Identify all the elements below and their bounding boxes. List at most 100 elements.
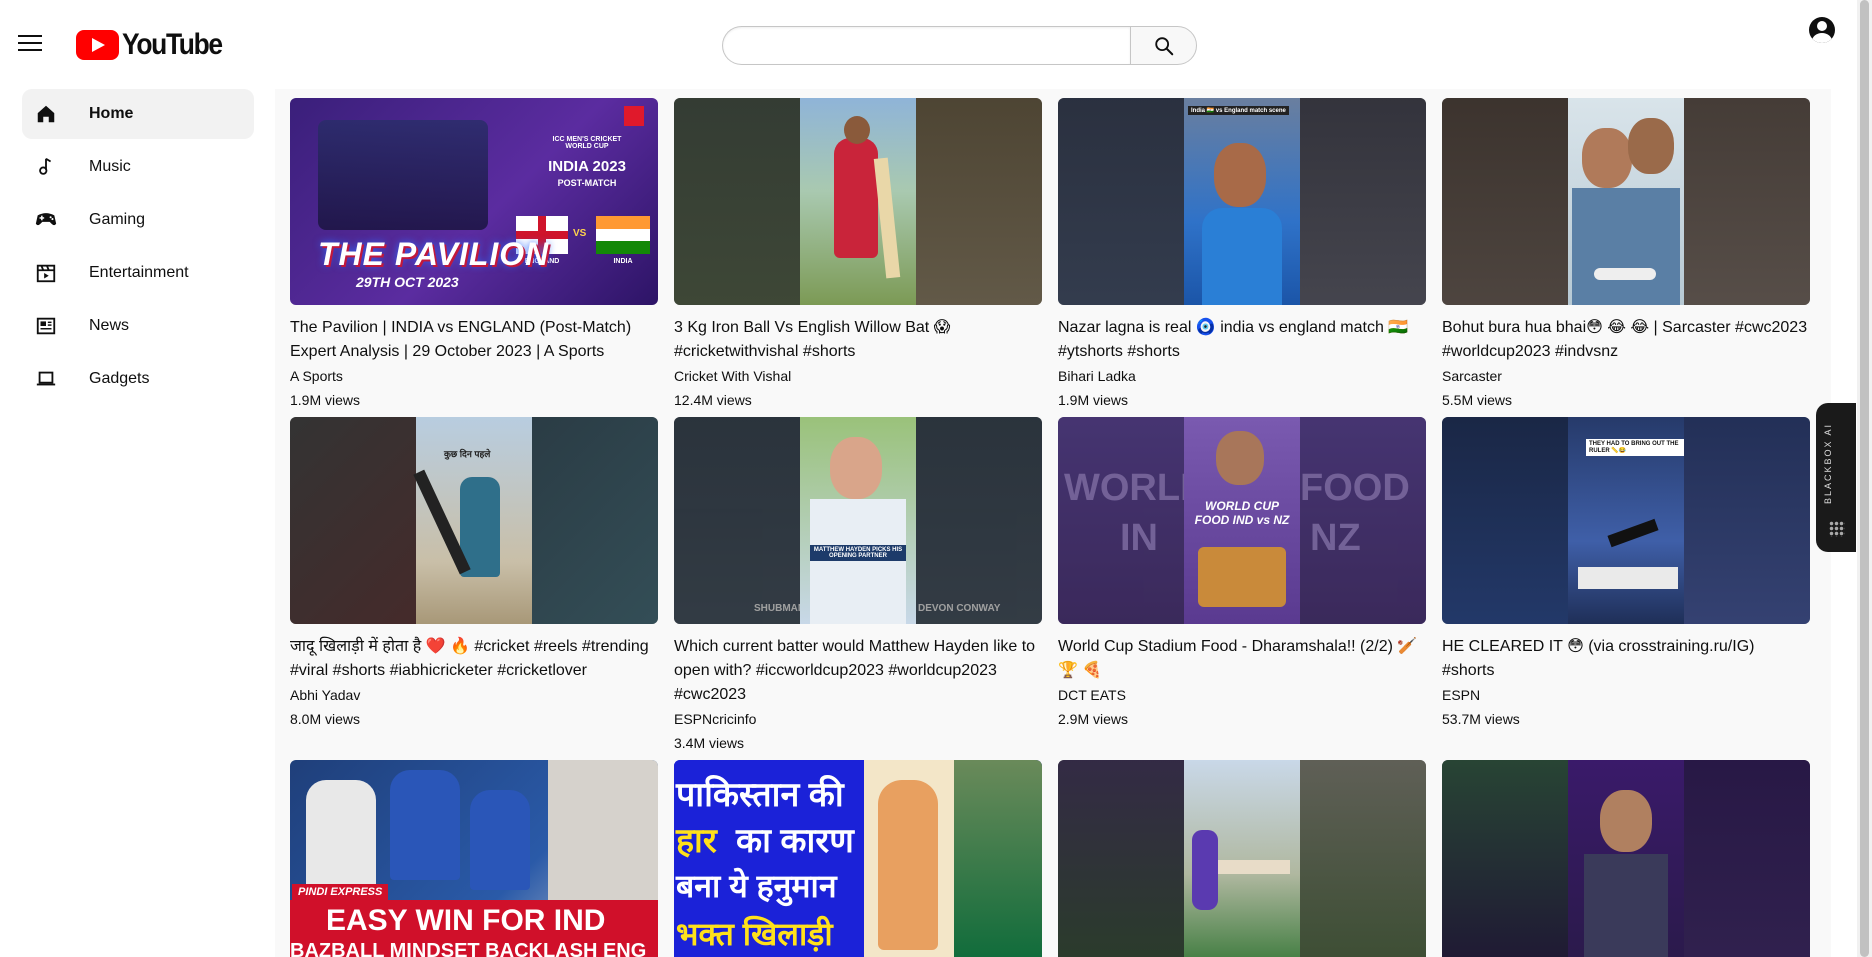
- home-icon: [34, 102, 58, 126]
- video-card[interactable]: THEY HAD TO BRING OUT THE RULER 📏😂 HE CL…: [1442, 417, 1810, 760]
- thumb-date: 29TH OCT 2023: [356, 274, 459, 290]
- video-card[interactable]: PINDI EXPRESS EASY WIN FOR IND BAZBALL M…: [290, 760, 658, 957]
- thumb-caption: India 🇮🇳 vs England match scene: [1188, 106, 1289, 115]
- thumb-left-label: SHUBMAN: [754, 603, 806, 614]
- logo-text: YouTube: [122, 28, 223, 61]
- thumb-line4: भक्त खिलाड़ी: [676, 916, 833, 952]
- video-title[interactable]: 3 Kg Iron Ball Vs English Willow Bat 😱 #…: [674, 316, 1042, 364]
- thumb-bg-right2: NZ: [1310, 517, 1361, 559]
- thumb-right-label: DEVON CONWAY: [918, 603, 1001, 614]
- view-count: 3.4M views: [674, 735, 745, 751]
- view-count: 12.4M views: [674, 392, 752, 408]
- video-thumbnail[interactable]: कुछ दिन पहले: [290, 417, 658, 624]
- sidebar: Home Music Gaming Entertainment News Gad…: [22, 89, 254, 407]
- gamepad-icon: [34, 208, 58, 232]
- sidebar-item-label: Home: [89, 105, 134, 122]
- video-thumbnail[interactable]: SHUBMAN MATTHEW HAYDEN PICKS HIS OPENING…: [674, 417, 1042, 624]
- video-card[interactable]: SHUBMAN MATTHEW HAYDEN PICKS HIS OPENING…: [674, 417, 1042, 760]
- sidebar-item-entertainment[interactable]: Entertainment: [22, 248, 254, 298]
- thumb-line2b: का कारण: [736, 822, 854, 860]
- video-card[interactable]: India 🇮🇳 vs England match scene Nazar la…: [1058, 98, 1426, 417]
- channel-name[interactable]: Sarcaster: [1442, 366, 1810, 386]
- video-card[interactable]: WORLD IN WORLD CUP FOOD IND vs NZ FOOD N…: [1058, 417, 1426, 760]
- video-thumbnail[interactable]: WORLD IN WORLD CUP FOOD IND vs NZ FOOD N…: [1058, 417, 1426, 624]
- thumb-caption: WORLD CUP FOOD IND vs NZ: [1194, 499, 1290, 527]
- search-bar: [722, 26, 1197, 65]
- thumb-line3: बना ये हनुमान: [676, 868, 837, 904]
- thumb-tag: PINDI EXPRESS: [292, 884, 389, 900]
- video-card[interactable]: पाकिस्तान की हार का कारण बना ये हनुमान भ…: [674, 760, 1042, 957]
- video-card[interactable]: 3 Kg Iron Ball Vs English Willow Bat 😱 #…: [674, 98, 1042, 417]
- video-thumbnail[interactable]: [674, 98, 1042, 305]
- newspaper-icon: [34, 314, 58, 338]
- video-title[interactable]: Nazar lagna is real 🧿 india vs england m…: [1058, 316, 1426, 364]
- view-count: 2.9M views: [1058, 711, 1129, 727]
- thumb-caption: MATTHEW HAYDEN PICKS HIS OPENING PARTNER: [810, 545, 906, 561]
- clapperboard-icon: [34, 261, 58, 285]
- sidebar-item-gaming[interactable]: Gaming: [22, 195, 254, 245]
- view-count: 1.9M views: [1058, 392, 1129, 408]
- sidebar-item-label: Gaming: [89, 211, 146, 228]
- channel-name[interactable]: Cricket With Vishal: [674, 366, 1042, 386]
- thumb-line1: EASY WIN FOR IND: [326, 904, 606, 937]
- thumb-line1: पाकिस्तान की: [676, 776, 844, 814]
- hamburger-menu-icon[interactable]: [14, 30, 48, 60]
- video-card[interactable]: [1442, 760, 1810, 957]
- video-thumbnail[interactable]: THEY HAD TO BRING OUT THE RULER 📏😂: [1442, 417, 1810, 624]
- video-title[interactable]: World Cup Stadium Food - Dharamshala!! (…: [1058, 635, 1426, 683]
- video-card[interactable]: [1058, 760, 1426, 957]
- page-scrollbar-thumb[interactable]: [1860, 0, 1869, 957]
- panelists-image: [318, 120, 488, 230]
- video-thumbnail[interactable]: पाकिस्तान की हार का कारण बना ये हनुमान भ…: [674, 760, 1042, 957]
- channel-badge-icon: [624, 106, 644, 126]
- video-card[interactable]: Bohut bura hua bhai😳 😂 😂 | Sarcaster #cw…: [1442, 98, 1810, 417]
- video-title[interactable]: Bohut bura hua bhai😳 😂 😂 | Sarcaster #cw…: [1442, 316, 1810, 364]
- video-thumbnail[interactable]: [1442, 760, 1810, 957]
- sidebar-item-label: Gadgets: [89, 370, 150, 387]
- thumb-headline: THE PAVILION: [318, 236, 550, 272]
- sidebar-item-label: Entertainment: [89, 264, 189, 281]
- thumb-line2: BAZBALL MINDSET BACKLASH ENG: [290, 940, 647, 957]
- view-count: 53.7M views: [1442, 711, 1520, 727]
- video-thumbnail[interactable]: PINDI EXPRESS EASY WIN FOR IND BAZBALL M…: [290, 760, 658, 957]
- laptop-icon: [34, 367, 58, 391]
- video-thumbnail[interactable]: [1442, 98, 1810, 305]
- video-card[interactable]: ICC MEN'S CRICKET WORLD CUP INDIA 2023 P…: [290, 98, 658, 417]
- youtube-logo[interactable]: YouTube: [76, 28, 235, 62]
- search-input[interactable]: [722, 26, 1130, 65]
- account-avatar-icon[interactable]: [1809, 17, 1835, 43]
- video-thumbnail[interactable]: [1058, 760, 1426, 957]
- sidebar-item-home[interactable]: Home: [22, 89, 254, 139]
- blackbox-dots-icon: [1829, 521, 1845, 537]
- video-title[interactable]: जादू खिलाड़ी में होता है ❤️ 🔥 #cricket #…: [290, 635, 658, 683]
- view-count: 5.5M views: [1442, 392, 1513, 408]
- channel-name[interactable]: Bihari Ladka: [1058, 366, 1426, 386]
- video-card[interactable]: कुछ दिन पहले जादू खिलाड़ी में होता है ❤️…: [290, 417, 658, 760]
- sidebar-item-news[interactable]: News: [22, 301, 254, 351]
- sidebar-item-gadgets[interactable]: Gadgets: [22, 354, 254, 404]
- music-note-icon: [34, 155, 58, 179]
- blackbox-label: BLACKBOX AI: [1823, 423, 1833, 505]
- channel-name[interactable]: DCT EATS: [1058, 685, 1426, 705]
- view-count: 8.0M views: [290, 711, 361, 727]
- video-thumbnail[interactable]: India 🇮🇳 vs England match scene: [1058, 98, 1426, 305]
- blackbox-ai-badge[interactable]: BLACKBOX AI: [1816, 403, 1856, 552]
- channel-name[interactable]: A Sports: [290, 366, 658, 386]
- sidebar-item-label: News: [89, 317, 130, 334]
- sidebar-item-music[interactable]: Music: [22, 142, 254, 192]
- thumb-team-b: INDIA: [613, 258, 633, 265]
- youtube-play-icon: [76, 30, 119, 60]
- search-button[interactable]: [1130, 26, 1197, 65]
- india-flag: [596, 216, 650, 254]
- video-title[interactable]: The Pavilion | INDIA vs ENGLAND (Post-Ma…: [290, 316, 658, 364]
- search-icon: [1154, 36, 1173, 55]
- channel-name[interactable]: ESPN: [1442, 685, 1810, 705]
- video-title[interactable]: HE CLEARED IT 😳 (via crosstraining.ru/IG…: [1442, 635, 1810, 683]
- video-thumbnail[interactable]: ICC MEN'S CRICKET WORLD CUP INDIA 2023 P…: [290, 98, 658, 305]
- thumb-tag: ICC MEN'S CRICKET WORLD CUP: [552, 136, 622, 150]
- channel-name[interactable]: ESPNcricinfo: [674, 709, 1042, 729]
- channel-name[interactable]: Abhi Yadav: [290, 685, 658, 705]
- video-title[interactable]: Which current batter would Matthew Hayde…: [674, 635, 1042, 707]
- thumb-bg-right: FOOD: [1300, 467, 1410, 509]
- video-feed: ICC MEN'S CRICKET WORLD CUP INDIA 2023 P…: [275, 89, 1831, 957]
